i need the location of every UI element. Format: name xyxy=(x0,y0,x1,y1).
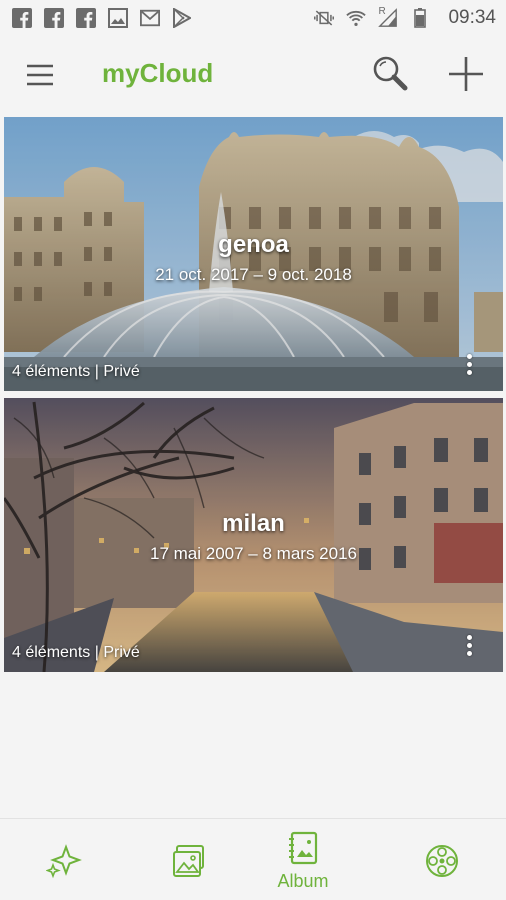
album-name: milan xyxy=(222,510,285,537)
nav-videos[interactable] xyxy=(392,819,492,900)
more-dot xyxy=(466,370,472,375)
nav-album[interactable]: Album xyxy=(253,819,353,900)
play-store-icon xyxy=(172,8,192,28)
menu-button[interactable] xyxy=(24,60,56,90)
album-meta: 4 éléments | Privé xyxy=(12,644,140,661)
gmail-icon xyxy=(140,8,160,28)
more-dot xyxy=(466,362,472,367)
signal-icon: R xyxy=(378,6,398,28)
status-time: 09:34 xyxy=(448,7,496,28)
more-dot xyxy=(466,354,472,359)
album-more-button[interactable] xyxy=(461,351,477,381)
app-bar: myCloud xyxy=(0,36,506,114)
wifi-icon xyxy=(346,8,367,28)
battery-icon xyxy=(410,8,430,28)
more-dot xyxy=(466,635,472,640)
album-dates: 21 oct. 2017 – 9 oct. 2018 xyxy=(155,265,352,284)
film-reel-icon xyxy=(426,845,458,877)
album-name: genoa xyxy=(218,231,289,258)
album-icon xyxy=(289,831,318,865)
facebook-icon xyxy=(44,8,64,28)
add-album-button[interactable] xyxy=(446,54,486,94)
plus-icon xyxy=(449,57,483,91)
album-more-button[interactable] xyxy=(461,632,477,662)
photos-icon xyxy=(173,845,204,877)
more-dot xyxy=(466,651,472,656)
search-button[interactable] xyxy=(370,54,410,94)
facebook-icon xyxy=(76,8,96,28)
search-icon xyxy=(373,56,408,91)
nav-photos[interactable] xyxy=(139,819,239,900)
album-card-milan[interactable]: milan 17 mai 2007 – 8 mars 2016 4 élémen… xyxy=(4,398,503,672)
more-dot xyxy=(466,643,472,648)
album-dates: 17 mai 2007 – 8 mars 2016 xyxy=(150,544,357,563)
system-icons: R 09:34 xyxy=(314,6,496,29)
facebook-icon xyxy=(12,8,32,28)
menu-icon xyxy=(27,64,53,86)
album-card-genoa[interactable]: genoa 21 oct. 2017 – 9 oct. 2018 4 éléme… xyxy=(4,117,503,391)
nav-highlights[interactable] xyxy=(14,819,114,900)
album-meta: 4 éléments | Privé xyxy=(12,363,140,380)
image-icon xyxy=(108,8,128,28)
notification-icons xyxy=(12,8,192,28)
status-bar: R 09:34 xyxy=(0,0,506,36)
bottom-navigation: Album xyxy=(0,818,506,900)
sparkle-icon xyxy=(46,844,82,879)
signal-roaming-label: R xyxy=(378,6,386,17)
nav-album-label: Album xyxy=(277,871,329,891)
app-title: myCloud xyxy=(102,58,214,88)
vibrate-off-icon xyxy=(314,8,335,28)
